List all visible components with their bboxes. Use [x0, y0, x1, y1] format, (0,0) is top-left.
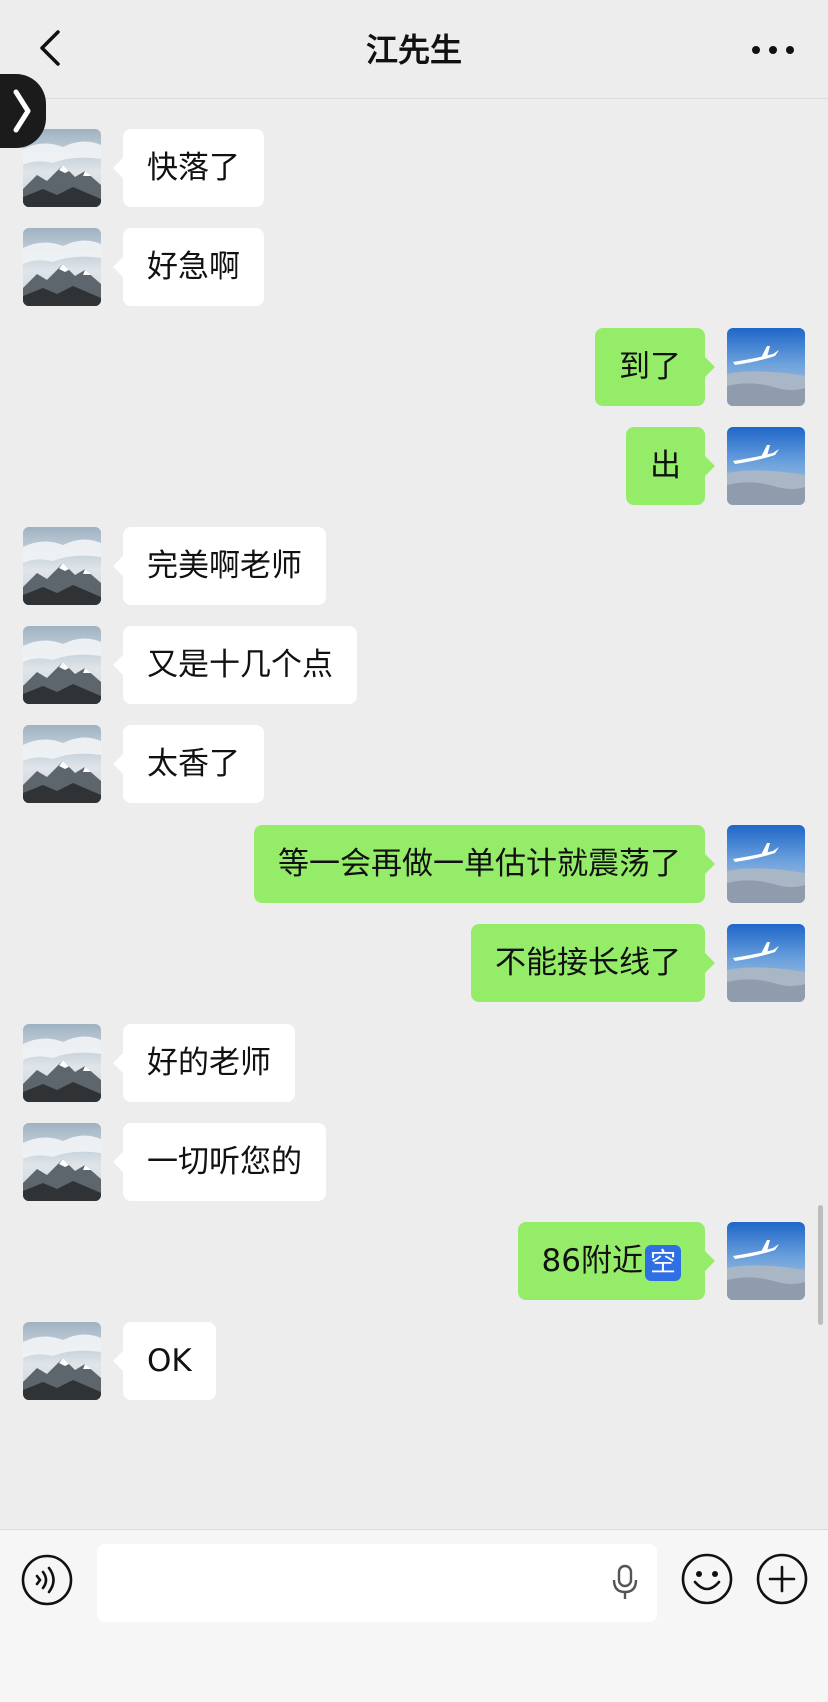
contact-avatar[interactable]: [23, 526, 101, 605]
kong-badge-icon: 空: [645, 1244, 681, 1281]
chat-header: 江先生: [0, 0, 828, 99]
message-row: OK: [0, 1321, 828, 1400]
message-input[interactable]: [97, 1544, 657, 1622]
sent-message-bubble[interactable]: 86附近空: [517, 1222, 716, 1301]
sent-message-bubble[interactable]: 到了: [595, 327, 715, 406]
contact-avatar[interactable]: [23, 725, 101, 804]
message-row: 完美啊老师: [0, 526, 828, 605]
message-text: 快落了: [147, 150, 240, 186]
scrollbar[interactable]: [818, 1205, 823, 1325]
message-row: 不能接长线了: [0, 924, 828, 1003]
message-text: 等一会再做一单估计就震荡了: [278, 845, 681, 882]
contact-avatar[interactable]: [23, 228, 101, 307]
message-text: 好急啊: [147, 249, 240, 286]
message-text: 到了: [619, 348, 681, 385]
message-text: OK: [147, 1342, 192, 1379]
message-text: 太香了: [147, 746, 240, 783]
received-message-bubble[interactable]: OK: [113, 1321, 216, 1400]
my-avatar[interactable]: [727, 1222, 805, 1301]
contact-avatar[interactable]: [23, 1321, 101, 1400]
message-row: 86附近空: [0, 1222, 828, 1301]
message-row: 太香了: [0, 725, 828, 804]
sent-message-bubble[interactable]: 不能接长线了: [471, 924, 715, 1003]
message-row: 出: [0, 427, 828, 506]
received-message-bubble[interactable]: 完美啊老师: [113, 526, 326, 605]
my-avatar[interactable]: [727, 824, 805, 903]
contact-avatar[interactable]: [23, 1023, 101, 1102]
message-row: 一切听您的: [0, 1123, 828, 1201]
message-row: 快落了: [0, 129, 828, 207]
received-message-bubble[interactable]: 太香了: [113, 725, 264, 804]
chevron-right-icon: [13, 89, 31, 133]
microphone-icon[interactable]: [611, 1564, 639, 1602]
received-message-bubble[interactable]: 快落了: [113, 129, 264, 207]
message-text: 一切听您的: [147, 1144, 302, 1180]
received-message-bubble[interactable]: 好急啊: [113, 228, 264, 307]
message-row: 又是十几个点: [0, 626, 828, 704]
my-avatar[interactable]: [727, 327, 805, 406]
received-message-bubble[interactable]: 一切听您的: [113, 1123, 326, 1201]
sent-message-bubble[interactable]: 出: [626, 427, 715, 506]
contact-avatar[interactable]: [23, 626, 101, 704]
message-row: 到了: [0, 327, 828, 406]
received-message-bubble[interactable]: 好的老师: [113, 1023, 295, 1102]
more-button[interactable]: [748, 32, 798, 68]
voice-icon[interactable]: [20, 1553, 74, 1607]
message-list[interactable]: 快落了好急啊到了出完美啊老师又是十几个点 太香了等一会再做一单估计就震荡了不能接长…: [0, 99, 828, 1529]
received-message-bubble[interactable]: 又是十几个点: [113, 626, 357, 704]
message-text: 好的老师: [147, 1044, 271, 1081]
message-row: 好急啊: [0, 228, 828, 307]
sent-message-bubble[interactable]: 等一会再做一单估计就震荡了: [254, 824, 715, 903]
message-row: 好的老师: [0, 1023, 828, 1102]
message-text: 完美啊老师: [147, 547, 302, 584]
floating-side-tab[interactable]: [0, 74, 46, 148]
message-text: 又是十几个点: [147, 647, 333, 683]
plus-icon[interactable]: [755, 1552, 809, 1606]
message-text: 出: [650, 448, 681, 485]
input-bar: [0, 1529, 828, 1702]
my-avatar[interactable]: [727, 924, 805, 1003]
message-row: 等一会再做一单估计就震荡了: [0, 824, 828, 903]
message-text: 86附近: [541, 1243, 643, 1280]
my-avatar[interactable]: [727, 427, 805, 506]
emoji-icon[interactable]: [680, 1552, 734, 1606]
message-text: 不能接长线了: [495, 945, 681, 982]
contact-avatar[interactable]: [23, 1123, 101, 1201]
chat-title: 江先生: [365, 31, 462, 69]
